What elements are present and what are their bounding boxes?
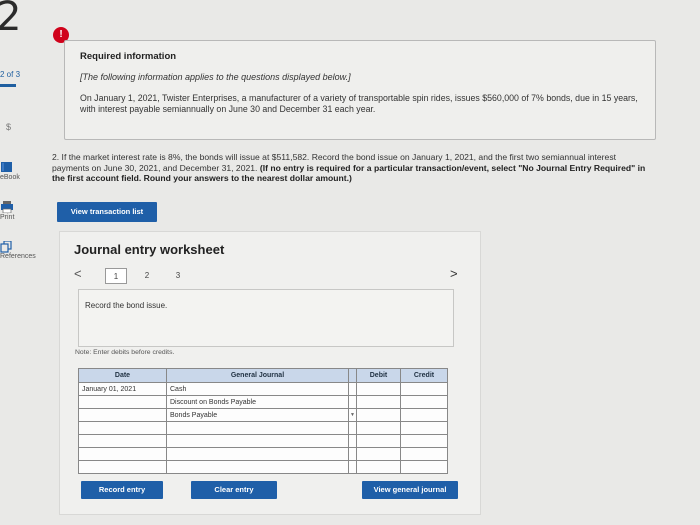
debit-field[interactable] <box>356 395 401 409</box>
account-dropdown[interactable] <box>348 460 357 474</box>
page-2-tab[interactable]: 2 <box>136 268 158 284</box>
account-field[interactable] <box>166 421 349 435</box>
sidebar-item-references[interactable]: References <box>0 253 36 260</box>
account-dropdown[interactable]: ▼ <box>348 408 357 422</box>
entry-note: Note: Enter debits before credits. <box>75 349 175 356</box>
credit-field[interactable] <box>400 447 448 461</box>
journal-table-header: Date General Journal Debit Credit <box>78 368 448 383</box>
account-field[interactable]: Bonds Payable <box>166 408 349 422</box>
debit-field[interactable] <box>356 447 401 461</box>
question-text: 2. If the market interest rate is 8%, th… <box>52 152 652 184</box>
copy-icon[interactable] <box>0 240 16 253</box>
question-number: 2 <box>0 0 22 40</box>
column-header-date: Date <box>78 368 167 383</box>
credit-field[interactable] <box>400 460 448 474</box>
date-cell[interactable] <box>78 434 167 448</box>
progress-bar <box>0 84 16 87</box>
account-dropdown[interactable] <box>348 434 357 448</box>
prev-entry-chevron-icon[interactable]: < <box>74 266 82 281</box>
page-1-tab[interactable]: 1 <box>105 268 127 284</box>
chevron-down-icon[interactable]: ▼ <box>349 412 356 418</box>
info-title: Required information <box>80 51 177 62</box>
date-cell[interactable] <box>78 421 167 435</box>
record-entry-button[interactable]: Record entry <box>81 481 163 499</box>
date-cell[interactable] <box>78 408 167 422</box>
task-text: Record the bond issue. <box>85 301 168 310</box>
credit-field[interactable] <box>400 382 448 396</box>
debit-field[interactable] <box>356 382 401 396</box>
debit-field[interactable] <box>356 421 401 435</box>
table-row <box>78 421 448 435</box>
account-dropdown[interactable] <box>348 395 357 409</box>
info-subtitle: [The following information applies to th… <box>80 72 351 82</box>
view-transaction-list-button[interactable]: View transaction list <box>57 202 157 222</box>
credit-field[interactable] <box>400 395 448 409</box>
table-row <box>78 434 448 448</box>
date-cell[interactable] <box>78 460 167 474</box>
date-cell[interactable]: January 01, 2021 <box>78 382 167 396</box>
sidebar-item-ebook[interactable]: eBook <box>0 174 20 181</box>
table-row <box>78 460 448 474</box>
account-field[interactable]: Discount on Bonds Payable <box>166 395 349 409</box>
account-field[interactable] <box>166 460 349 474</box>
column-header-debit: Debit <box>356 368 401 383</box>
book-icon[interactable] <box>0 160 16 172</box>
table-row <box>78 447 448 461</box>
table-row: January 01, 2021 Cash <box>78 382 448 396</box>
sidebar-item-print[interactable]: Print <box>0 214 14 221</box>
account-field[interactable] <box>166 447 349 461</box>
task-box <box>78 289 454 347</box>
column-header-spacer <box>348 368 357 383</box>
question-progress: 2 of 3 <box>0 70 21 79</box>
journal-table: Date General Journal Debit Credit Januar… <box>78 368 448 474</box>
column-header-credit: Credit <box>400 368 448 383</box>
credit-field[interactable] <box>400 421 448 435</box>
clear-entry-button[interactable]: Clear entry <box>191 481 277 499</box>
next-entry-chevron-icon[interactable]: > <box>450 266 458 281</box>
debit-field[interactable] <box>356 460 401 474</box>
account-dropdown[interactable] <box>348 447 357 461</box>
account-field[interactable] <box>166 434 349 448</box>
account-dropdown[interactable] <box>348 382 357 396</box>
account-field[interactable]: Cash <box>166 382 349 396</box>
column-header-general-journal: General Journal <box>166 368 349 383</box>
debit-field[interactable] <box>356 434 401 448</box>
date-cell[interactable] <box>78 395 167 409</box>
credit-field[interactable] <box>400 434 448 448</box>
worksheet-title: Journal entry worksheet <box>74 242 225 257</box>
debit-field[interactable] <box>356 408 401 422</box>
table-row: Discount on Bonds Payable <box>78 395 448 409</box>
date-cell[interactable] <box>78 447 167 461</box>
view-general-journal-button[interactable]: View general journal <box>362 481 458 499</box>
account-dropdown[interactable] <box>348 421 357 435</box>
table-row: Bonds Payable ▼ <box>78 408 448 422</box>
currency-symbol: $ <box>6 122 12 132</box>
printer-icon[interactable] <box>0 200 16 214</box>
page-3-tab[interactable]: 3 <box>167 268 189 284</box>
credit-field[interactable] <box>400 408 448 422</box>
info-body: On January 1, 2021, Twister Enterprises,… <box>80 93 638 114</box>
